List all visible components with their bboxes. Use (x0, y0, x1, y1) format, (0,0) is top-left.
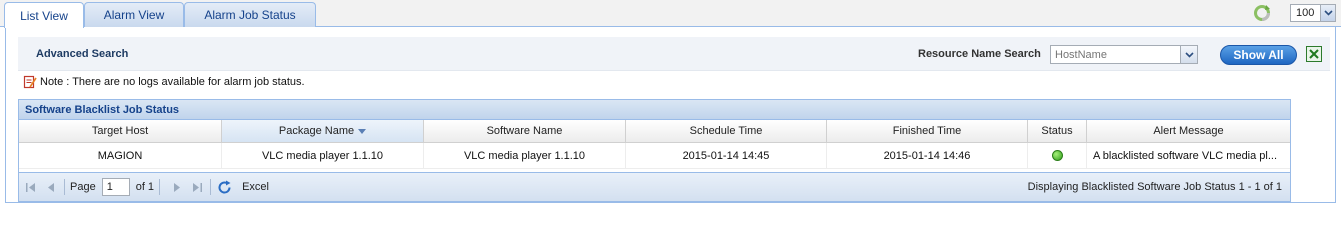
note-icon (23, 75, 37, 89)
tab-label: Alarm Job Status (204, 8, 296, 22)
excel-export-icon[interactable] (1306, 46, 1322, 62)
page-number-input[interactable]: 1 (101, 178, 130, 196)
column-header-target-host[interactable]: Target Host (19, 120, 222, 142)
excel-export-link[interactable]: Excel (242, 181, 269, 193)
cell-package-name: VLC media player 1.1.10 (222, 143, 424, 168)
column-header-label: Finished Time (892, 125, 962, 137)
column-header-label: Schedule Time (689, 125, 763, 137)
page-label: Page (70, 181, 96, 193)
cell-status (1028, 143, 1087, 168)
next-page-icon[interactable] (169, 179, 185, 195)
last-page-icon[interactable] (189, 179, 205, 195)
grid-title: Software Blacklist Job Status (19, 100, 1290, 120)
tab-bar: List View Alarm View Alarm Job Status 10… (0, 0, 1341, 28)
first-page-icon[interactable] (23, 179, 39, 195)
column-header-alert-message[interactable]: Alert Message (1087, 120, 1290, 142)
column-header-status[interactable]: Status (1028, 120, 1087, 142)
tab-alarm-job-status[interactable]: Alarm Job Status (184, 2, 316, 27)
cell-software-name: VLC media player 1.1.10 (424, 143, 626, 168)
column-header-schedule-time[interactable]: Schedule Time (626, 120, 827, 142)
page-size-select[interactable]: 100 (1290, 4, 1336, 22)
table-row[interactable]: MAGION VLC media player 1.1.10 VLC media… (19, 143, 1290, 169)
column-header-label: Status (1041, 125, 1073, 137)
column-header-label: Alert Message (1153, 125, 1224, 137)
grid-header-row: Target Host Package Name Software Name S… (19, 120, 1290, 143)
pager-separator (210, 179, 212, 195)
page-total-label: of 1 (135, 181, 155, 193)
column-header-package-name[interactable]: Package Name (222, 120, 424, 142)
sort-desc-icon (358, 125, 367, 137)
advanced-search-link[interactable]: Advanced Search (36, 48, 128, 60)
cell-finished-time: 2015-01-14 14:46 (827, 143, 1028, 168)
tab-list-view[interactable]: List View (4, 2, 84, 28)
search-bar: Advanced Search Resource Name Search Sho… (18, 37, 1330, 71)
column-header-label: Target Host (91, 125, 149, 137)
pagination-toolbar: Page 1 of 1 Excel Displaying Blacklisted… (19, 172, 1290, 201)
cell-target-host: MAGION (19, 143, 222, 168)
note-text: Note : There are no logs available for a… (40, 76, 305, 88)
column-header-finished-time[interactable]: Finished Time (827, 120, 1028, 142)
column-header-label: Package Name (278, 125, 355, 137)
cell-alert-message: A blacklisted software VLC media pl... (1093, 149, 1278, 162)
tab-label: List View (20, 8, 68, 23)
chevron-down-icon[interactable] (1320, 5, 1335, 21)
cell-schedule-time: 2015-01-14 14:45 (626, 143, 827, 168)
tab-alarm-view[interactable]: Alarm View (84, 2, 184, 27)
resource-name-search-combo[interactable] (1050, 45, 1198, 64)
status-success-icon (1051, 150, 1063, 161)
blacklist-job-grid: Software Blacklist Job Status Target Hos… (18, 99, 1291, 202)
hostname-search-input[interactable] (1051, 46, 1179, 63)
note-message: Note : There are no logs available for a… (23, 74, 305, 90)
page-size-value: 100 (1296, 7, 1315, 19)
column-header-label: Software Name (486, 125, 563, 137)
chevron-down-icon[interactable] (1180, 46, 1197, 63)
refresh-icon[interactable] (1252, 3, 1272, 23)
pager-separator (159, 179, 161, 195)
main-panel: Advanced Search Resource Name Search Sho… (5, 27, 1336, 203)
show-all-button[interactable]: Show All (1220, 45, 1297, 65)
pager-separator (64, 179, 65, 195)
tab-label: Alarm View (103, 8, 165, 22)
resource-name-search-label: Resource Name Search (918, 48, 1041, 60)
column-header-software-name[interactable]: Software Name (424, 120, 626, 142)
prev-page-icon[interactable] (43, 179, 59, 195)
pager-info: Displaying Blacklisted Software Job Stat… (1027, 181, 1282, 193)
refresh-icon[interactable] (216, 179, 232, 195)
show-all-label: Show All (1233, 48, 1284, 62)
